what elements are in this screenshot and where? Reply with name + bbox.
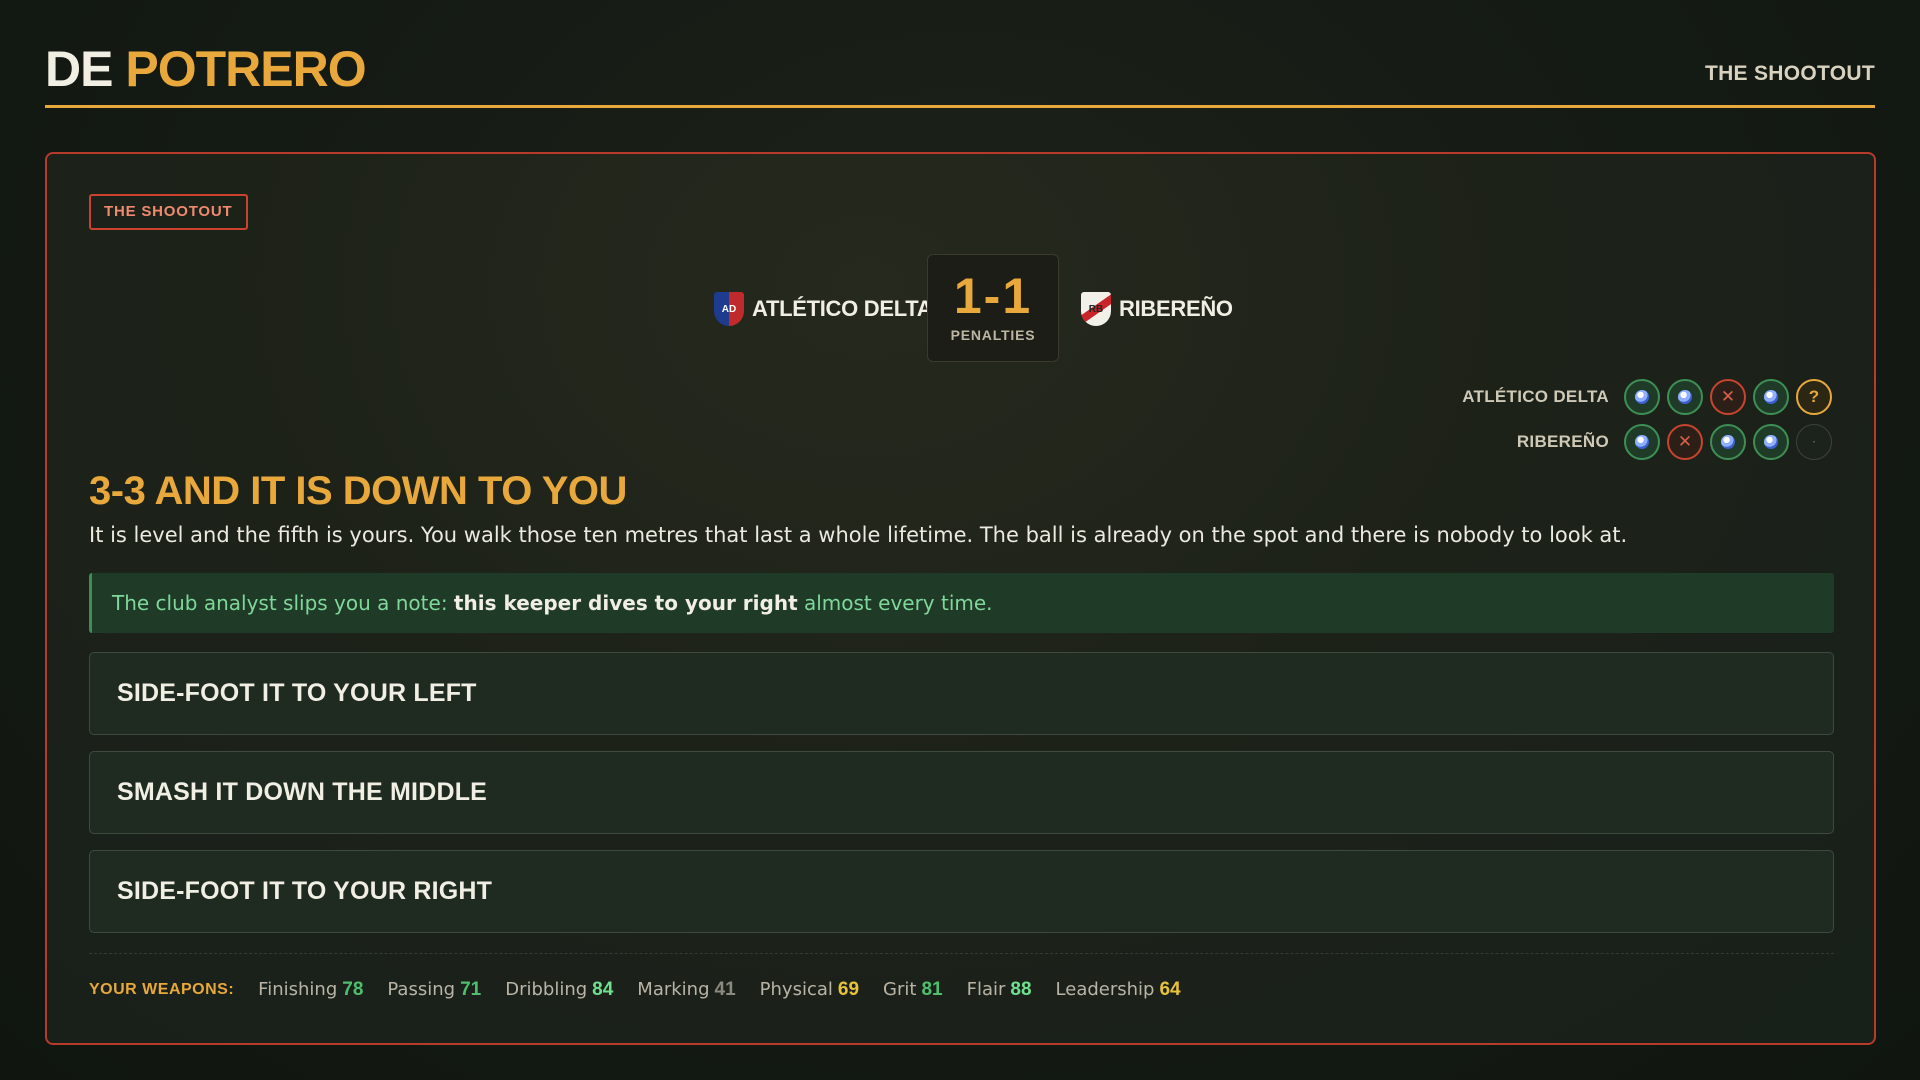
home-crest-text: AD: [721, 303, 737, 315]
penalty-goal-icon: [1624, 379, 1660, 415]
penalty-goal-icon: [1753, 424, 1789, 460]
analyst-hint: The club analyst slips you a note: this …: [89, 573, 1834, 633]
penalty-pending-icon: ?: [1796, 379, 1832, 415]
stat-physical: Physical 69: [760, 979, 859, 1001]
scenario-narrative: It is level and the fifth is yours. You …: [89, 523, 1628, 547]
stat-value: 71: [460, 979, 482, 1000]
choice-button-left[interactable]: SIDE-FOOT IT TO YOUR LEFT: [89, 652, 1834, 735]
stat-name: Grit: [883, 979, 917, 1000]
stat-finishing: Finishing 78: [258, 979, 363, 1001]
brand-word-1: DE: [45, 41, 113, 97]
tally-team-name: ATLÉTICO DELTA: [1462, 387, 1609, 406]
penalty-goal-icon: [1710, 424, 1746, 460]
choice-button-right[interactable]: SIDE-FOOT IT TO YOUR RIGHT: [89, 850, 1834, 933]
away-crest-text: RB: [1088, 303, 1104, 315]
away-crest-icon: RB: [1081, 292, 1111, 326]
stat-name: Dribbling: [505, 979, 588, 1000]
stat-name: Finishing: [258, 979, 338, 1000]
stat-value: 81: [921, 979, 943, 1000]
away-team: RB RIBEREÑO: [1081, 289, 1233, 329]
weapons-bar: YOUR WEAPONS: Finishing 78 Passing 71 Dribbl…: [89, 978, 1205, 1002]
home-penalty-tally: ATLÉTICO DELTA ✕?: [1462, 379, 1832, 415]
scoreboard: 1-1 PENALTIES: [927, 254, 1059, 362]
stat-flair: Flair 88: [967, 979, 1032, 1001]
divider: [89, 953, 1834, 954]
away-team-name: RIBEREÑO: [1119, 296, 1233, 321]
stat-value: 84: [592, 979, 614, 1000]
stat-value: 41: [714, 979, 736, 1000]
penalty-goal-icon: [1667, 379, 1703, 415]
stat-name: Leadership: [1055, 979, 1155, 1000]
weapons-label: YOUR WEAPONS:: [89, 981, 235, 998]
brand-logo: DE POTRERO: [45, 40, 367, 98]
hint-suffix: almost every time.: [797, 591, 993, 615]
stat-name: Physical: [759, 979, 833, 1000]
home-crest-icon: AD: [714, 292, 744, 326]
score-label: PENALTIES: [950, 327, 1036, 343]
penalty-miss-icon: ✕: [1667, 424, 1703, 460]
hint-prefix: The club analyst slips you a note:: [112, 591, 454, 615]
stat-leadership: Leadership 64: [1056, 979, 1181, 1001]
stat-marking: Marking 41: [637, 979, 735, 1001]
penalty-goal-icon: [1624, 424, 1660, 460]
stat-name: Passing: [387, 979, 456, 1000]
shootout-panel: THE SHOOTOUT AD ATLÉTICO DELTA 1-1 PENAL…: [45, 152, 1876, 1045]
stat-value: 69: [837, 979, 860, 1000]
choice-button-middle[interactable]: SMASH IT DOWN THE MIDDLE: [89, 751, 1834, 834]
app-header: DE POTRERO THE SHOOTOUT: [45, 38, 1875, 108]
home-team-name: ATLÉTICO DELTA: [752, 296, 933, 321]
header-section-label: THE SHOOTOUT: [1704, 62, 1875, 85]
stat-value: 88: [1010, 979, 1032, 1000]
scenario-headline: 3-3 AND IT IS DOWN TO YOU: [89, 469, 627, 513]
away-penalty-tally: RIBEREÑO ✕ ·: [1517, 424, 1832, 460]
home-team: AD ATLÉTICO DELTA: [714, 289, 933, 329]
stat-name: Marking: [637, 979, 710, 1000]
stat-value: 78: [342, 979, 364, 1000]
hint-emphasis: this keeper dives to your right: [453, 591, 798, 615]
stat-dribbling: Dribbling 84: [505, 979, 613, 1001]
penalty-miss-icon: ✕: [1710, 379, 1746, 415]
stat-value: 64: [1159, 979, 1181, 1000]
section-tag: THE SHOOTOUT: [89, 194, 248, 230]
score: 1-1: [953, 268, 1033, 324]
penalty-goal-icon: [1753, 379, 1789, 415]
stat-name: Flair: [966, 979, 1006, 1000]
brand-word-2: POTRERO: [125, 41, 366, 97]
stat-passing: Passing 71: [387, 979, 481, 1001]
tally-team-name: RIBEREÑO: [1516, 432, 1609, 451]
penalty-empty-icon: ·: [1796, 424, 1832, 460]
stat-grit: Grit 81: [883, 979, 943, 1001]
